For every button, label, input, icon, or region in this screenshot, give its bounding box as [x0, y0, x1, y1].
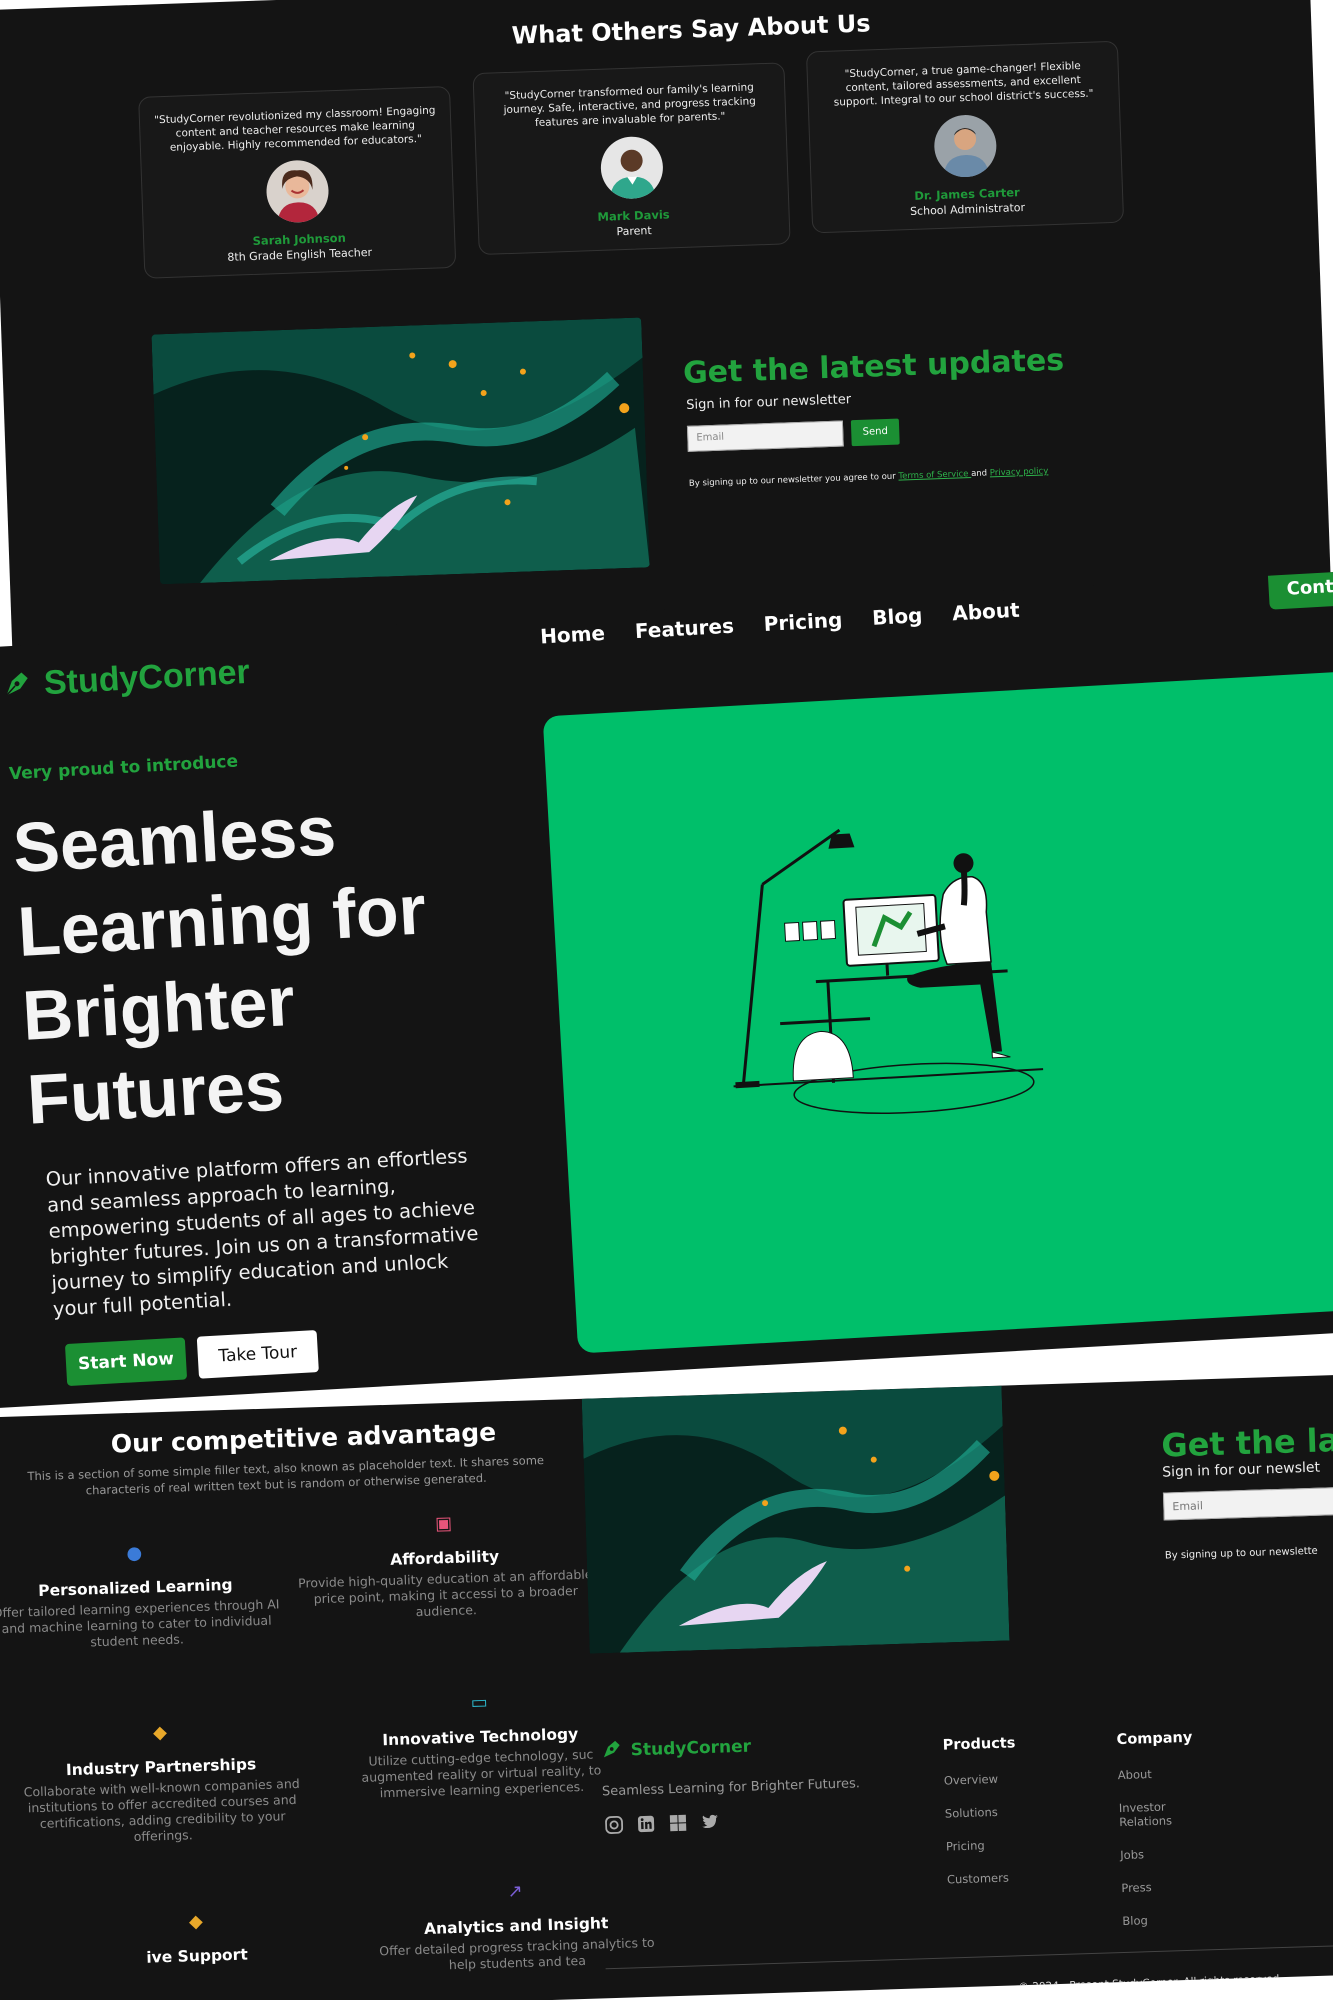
handshake-icon: ◆ [188, 1910, 204, 1933]
contact-button[interactable]: Conta [1267, 570, 1333, 610]
take-tour-button[interactable]: Take Tour [196, 1330, 319, 1379]
footer-column-title: Products [942, 1735, 1016, 1754]
feature-desc: Offer detailed progress tracking analyti… [378, 1934, 655, 1973]
feature-desc: Collaborate with well-known companies an… [23, 1775, 300, 1845]
footer-link[interactable]: Blog [1122, 1911, 1212, 1928]
features-footer-screenshot: Our competitive advantage This is a sect… [0, 1374, 1333, 2000]
feature-item: ↗ Analytics and Insight Offer detailed p… [365, 1876, 668, 1975]
footer-company-column: Company About Investor Relations Jobs Pr… [1116, 1729, 1213, 1947]
devices-icon: ▭ [470, 1691, 489, 1714]
avatar [933, 113, 998, 179]
feature-desc: Offer tailored learning experiences thro… [0, 1596, 280, 1650]
hero-illustration-panel [542, 670, 1333, 1354]
nav-about[interactable]: About [952, 598, 1021, 626]
footer-link[interactable]: About [1118, 1765, 1208, 1782]
footer-column-title: Company [1116, 1729, 1193, 1749]
feature-item: ▭ Innovative Technology Utilize cutting-… [329, 1687, 632, 1802]
footer-link[interactable]: Overview [944, 1771, 1034, 1788]
footer-brand-name: StudyCorner [630, 1736, 752, 1761]
footer-link[interactable]: Investor Relations [1119, 1798, 1210, 1829]
footer-link[interactable]: Solutions [945, 1804, 1035, 1821]
pen-icon [600, 1738, 623, 1765]
money-icon: ▣ [434, 1512, 453, 1535]
linkedin-icon[interactable] [635, 1813, 658, 1836]
testimonial-quote: "StudyCorner revolutionized my classroom… [154, 104, 436, 154]
brand-name: StudyCorner [42, 652, 251, 703]
newsletter-send-button[interactable]: Send [850, 418, 900, 447]
testimonial-quote: "StudyCorner, a true game-changer! Flexi… [833, 59, 1094, 109]
footer-tagline: Seamless Learning for Brighter Futures. [601, 1776, 861, 1800]
footer-link[interactable]: Pricing [946, 1837, 1036, 1853]
brand-logo[interactable]: StudyCorner [1, 653, 251, 706]
newsletter-email-input[interactable]: Email [686, 420, 844, 452]
testimonial-card: "StudyCorner revolutionized my classroom… [138, 85, 457, 279]
nav-blog[interactable]: Blog [872, 603, 923, 630]
privacy-policy-link[interactable]: Privacy policy [990, 466, 1049, 478]
feature-item: ◆ ive Support [46, 1906, 348, 1973]
testimonial-card: "StudyCorner, a true game-changer! Flexi… [805, 40, 1125, 234]
terms-of-service-link[interactable]: Terms of Service [898, 469, 971, 481]
feature-desc: Utilize cutting-edge technology, suc aug… [361, 1746, 602, 1801]
newsletter-subtitle: Sign in for our newsletter [685, 392, 852, 413]
collage: What Others Say About Us "StudyCorner re… [0, 0, 1333, 2000]
abstract-art-image [581, 1385, 1010, 1654]
newsletter-terms: By signing up to our newslette [1164, 1545, 1318, 1562]
handshake-icon: ◆ [152, 1721, 168, 1744]
footer-link[interactable]: Press [1121, 1878, 1211, 1895]
desk-illustration [733, 828, 1044, 1114]
nav-features[interactable]: Features [634, 614, 734, 643]
instagram-icon[interactable] [603, 1814, 626, 1837]
abstract-art-image [151, 317, 650, 585]
testimonial-quote: "StudyCorner transformed our family's le… [503, 81, 757, 130]
testimonials-newsletter-screenshot: What Others Say About Us "StudyCorner re… [0, 0, 1332, 650]
footer-divider [605, 1944, 1333, 1970]
feature-item: ● Personalized Learning Offer tailored l… [0, 1538, 287, 1653]
feature-item: ◆ Industry Partnerships Collaborate with… [10, 1717, 314, 1848]
footer-products-column: Products Overview Solutions Pricing Cust… [943, 1735, 1038, 1906]
hero-kicker: Very proud to introduce [8, 751, 239, 785]
newsletter-title: Get the la [1160, 1421, 1333, 1465]
start-now-button[interactable]: Start Now [64, 1337, 188, 1387]
testimonials-title: What Others Say About Us [511, 9, 871, 50]
terms-prefix: By signing up to our newsletter you agre… [688, 471, 899, 489]
advantage-description: This is a section of some simple filler … [27, 1452, 545, 1498]
terms-and: and [970, 468, 990, 480]
chart-icon: ↗ [507, 1880, 524, 1903]
nav-home[interactable]: Home [540, 621, 606, 649]
avatar [265, 159, 330, 224]
footer-link[interactable]: Customers [947, 1870, 1037, 1887]
hero-headline: Seamless Learning for Brighter Futures [11, 791, 428, 1139]
avatar [599, 135, 664, 200]
footer-link[interactable]: Jobs [1120, 1845, 1210, 1862]
hero-body: Our innovative platform offers an effort… [45, 1144, 479, 1321]
newsletter-terms: By signing up to our newsletter you agre… [689, 466, 1049, 489]
feature-item: ▣ Affordability Provide high-quality edu… [293, 1508, 596, 1623]
lightbulb-icon: ● [126, 1542, 143, 1565]
windows-icon[interactable] [667, 1812, 690, 1835]
advantage-title: Our competitive advantage [110, 1417, 497, 1459]
hero-screenshot: StudyCorner Home Features Pricing Blog A… [0, 570, 1333, 1409]
feature-desc: Provide high-quality education at an aff… [297, 1566, 593, 1620]
testimonial-card: "StudyCorner transformed our family's le… [472, 62, 791, 256]
footer-brand-logo[interactable]: StudyCorner [600, 1734, 751, 1765]
newsletter-title: Get the latest updates [682, 342, 1065, 392]
social-links [603, 1811, 722, 1837]
nav-pricing[interactable]: Pricing [763, 608, 843, 636]
copyright: © 2024 - Present StudyCorner. All rights… [1018, 1973, 1283, 1994]
newsletter-email-input[interactable]: Email [1162, 1486, 1333, 1521]
feature-name: ive Support [146, 1945, 248, 1967]
pen-icon [1, 667, 33, 703]
twitter-icon[interactable] [699, 1811, 722, 1834]
